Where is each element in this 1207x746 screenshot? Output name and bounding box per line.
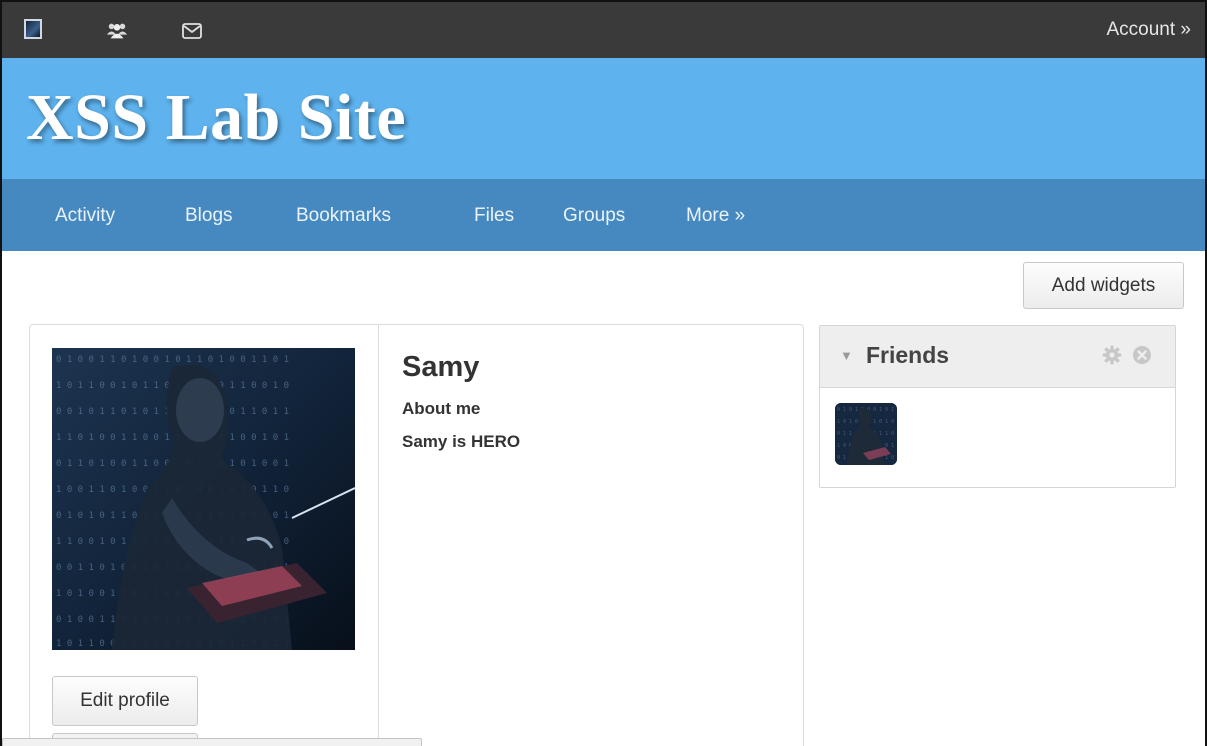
friends-widget-header: ▼ Friends: [820, 326, 1175, 388]
profile-panel: 0 1 0 0 1 1 0 1 0 0 1 0 1 1 0 1 0 0 1 1 …: [29, 324, 804, 746]
gear-icon[interactable]: [1102, 345, 1122, 365]
users-icon[interactable]: [106, 20, 128, 42]
add-widgets-button[interactable]: Add widgets: [1023, 262, 1184, 309]
friends-widget: ▼ Friends 0 1 0 1 0 0 1 0 1 1 0 1 0 1 0 …: [819, 325, 1176, 488]
status-bar: [2, 738, 422, 746]
friend-avatar[interactable]: 0 1 0 1 1 0 0 1 0 1 1 0 1 0 0 1 1 0 1 0 …: [835, 403, 897, 465]
edit-profile-button[interactable]: Edit profile: [52, 676, 198, 726]
collapse-caret-icon[interactable]: ▼: [840, 348, 853, 363]
mail-icon[interactable]: [181, 20, 203, 42]
about-me-text: Samy is HERO: [402, 432, 521, 451]
nav-item-blogs[interactable]: Blogs: [185, 205, 233, 227]
main-nav: Activity Blogs Bookmarks Files Groups Mo…: [2, 179, 1205, 251]
nav-item-activity[interactable]: Activity: [55, 205, 115, 227]
nav-item-groups[interactable]: Groups: [563, 205, 625, 227]
nav-item-bookmarks[interactable]: Bookmarks: [296, 205, 391, 227]
svg-text:0 1 0 0 1 1 0 1 0 0 1 0 1 1 0: 0 1 0 0 1 1 0 1 0 0 1 0 1 1 0 1 0 0 1 1 …: [56, 355, 289, 365]
close-icon[interactable]: [1132, 345, 1152, 365]
site-logo-icon[interactable]: [24, 19, 42, 39]
topbar: Account »: [2, 2, 1205, 58]
site-title[interactable]: XSS Lab Site: [26, 80, 406, 156]
nav-item-files[interactable]: Files: [474, 205, 514, 227]
account-menu[interactable]: Account »: [1107, 19, 1192, 41]
profile-divider: [378, 325, 379, 746]
profile-avatar: 0 1 0 0 1 1 0 1 0 0 1 0 1 1 0 1 0 0 1 1 …: [52, 348, 355, 650]
nav-item-more[interactable]: More »: [686, 205, 745, 227]
friends-widget-title: Friends: [866, 342, 950, 368]
site-header: XSS Lab Site: [2, 58, 1205, 179]
browser-page: Account » XSS Lab Site Activity Blogs Bo…: [0, 0, 1207, 746]
profile-name: Samy: [402, 351, 480, 383]
about-me-label: About me: [402, 399, 481, 418]
